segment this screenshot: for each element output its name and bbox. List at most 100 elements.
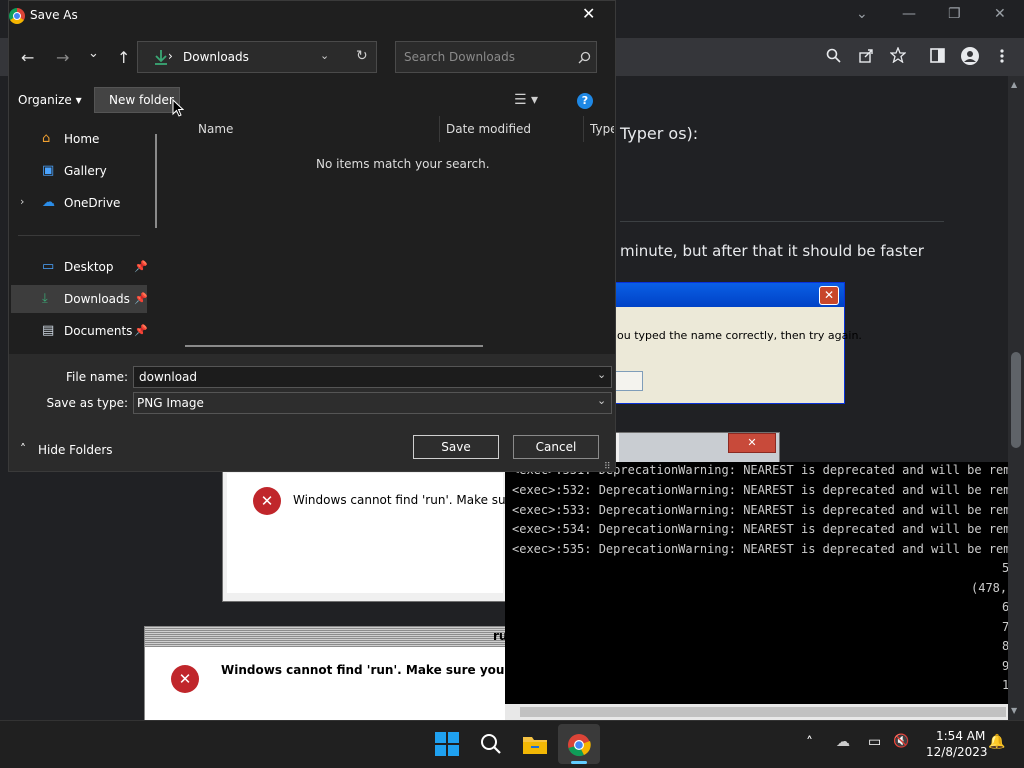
sidebar-icon[interactable] (930, 48, 946, 64)
onedrive-cloud-icon: ☁ (42, 195, 55, 210)
nav-item-onedrive[interactable]: ☁ OneDrive (10, 189, 146, 217)
taskbar-search-icon[interactable] (480, 733, 502, 755)
mouse-cursor-icon (172, 99, 184, 117)
address-bar[interactable] (137, 41, 377, 73)
close-icon[interactable]: ✕ (582, 4, 595, 23)
pin-icon[interactable]: 📌 (134, 292, 148, 305)
notification-bell-icon[interactable]: 🔔 (988, 734, 1005, 750)
search-input[interactable]: Search Downloads (404, 50, 515, 64)
search-icon[interactable] (578, 51, 591, 64)
error-icon: ✕ (253, 487, 281, 515)
file-explorer-icon[interactable] (522, 733, 548, 755)
console-output-value: 1 (1002, 678, 1008, 692)
menu-icon[interactable] (998, 48, 1006, 64)
downloads-folder-icon (155, 50, 167, 65)
column-header-name[interactable]: Name (198, 122, 233, 136)
cancel-button[interactable]: Cancel (513, 435, 599, 459)
network-display-icon[interactable]: ▭ (868, 734, 881, 750)
clock-date[interactable]: 12/8/2023 (926, 745, 988, 759)
nav-item-label: Gallery (64, 164, 107, 178)
forward-arrow-icon[interactable]: → (56, 48, 69, 67)
xp-dialog-titlebar[interactable] (601, 283, 844, 307)
window-close-icon[interactable]: ✕ (994, 6, 1006, 22)
column-divider[interactable] (583, 116, 584, 142)
file-list-scrollbar[interactable] (185, 345, 483, 347)
organize-button[interactable]: Organize ▾ (18, 93, 82, 107)
console-scrollbar-thumb[interactable] (520, 707, 1006, 717)
hide-folders-button[interactable]: Hide Folders (38, 443, 113, 457)
tray-overflow-chevron-icon[interactable]: ˄ (806, 735, 813, 751)
share-icon[interactable] (858, 48, 874, 64)
save-button[interactable]: Save (413, 435, 499, 459)
xp-dialog-message: ou typed the name correctly, then try ag… (617, 329, 862, 342)
nav-item-documents[interactable]: ▤ Documents 📌 (10, 317, 148, 345)
search-icon[interactable] (826, 48, 842, 64)
page-divider (620, 221, 944, 222)
save-type-value[interactable]: PNG Image (137, 396, 204, 410)
column-header-type[interactable]: Type (590, 122, 614, 136)
profile-icon[interactable] (960, 46, 980, 66)
error-icon: ✕ (171, 665, 199, 693)
nav-item-desktop[interactable]: ▭ Desktop 📌 (10, 253, 148, 281)
console-line: <exec>:535: DeprecationWarning: NEAREST … (512, 542, 1008, 556)
dialog-title: Save As (30, 8, 78, 22)
empty-folder-message: No items match your search. (316, 157, 490, 171)
file-name-dropdown-icon[interactable]: ⌄ (597, 368, 606, 381)
address-dropdown-chevron-icon[interactable]: ⌄ (320, 49, 329, 62)
restore-icon[interactable]: ❐ (948, 6, 961, 22)
console-output-value: 5 (1002, 561, 1008, 575)
column-divider[interactable] (439, 116, 440, 142)
volume-muted-icon[interactable]: 🔇 (893, 734, 909, 749)
save-type-dropdown-icon[interactable]: ⌄ (597, 394, 606, 407)
console-output: <exec>:531: DeprecationWarning: NEAREST … (505, 462, 1008, 720)
close-icon[interactable]: ✕ (728, 433, 776, 453)
nav-item-downloads[interactable]: ⤓ Downloads 📌 (10, 285, 148, 313)
save-type-select[interactable] (133, 392, 612, 414)
tab-search-chevron-icon[interactable]: ⌄ (856, 6, 868, 22)
file-name-value[interactable]: download (139, 370, 197, 384)
refresh-icon[interactable]: ↻ (356, 48, 368, 64)
chrome-taskbar-icon[interactable] (567, 733, 591, 757)
star-icon[interactable] (890, 47, 906, 63)
nav-divider (18, 235, 140, 236)
pin-icon[interactable]: 📌 (134, 324, 148, 337)
minimize-icon[interactable]: — (902, 6, 916, 22)
breadcrumb-downloads[interactable]: Downloads (183, 50, 249, 64)
close-icon[interactable]: ✕ (819, 286, 839, 305)
back-arrow-icon[interactable]: ← (21, 48, 34, 67)
page-text-line: minute, but after that it should be fast… (620, 242, 924, 260)
nav-item-label: OneDrive (64, 196, 121, 210)
windows-start-icon[interactable] (435, 732, 459, 756)
scroll-down-arrow-icon[interactable]: ▼ (1011, 706, 1017, 715)
save-type-label: Save as type: (46, 396, 128, 410)
console-line: <exec>:532: DeprecationWarning: NEAREST … (512, 483, 1008, 497)
classic-dialog-titlebar[interactable] (145, 627, 507, 647)
view-options-icon[interactable]: ☰ ▾ (514, 92, 538, 108)
console-output-value: (478, (971, 581, 1008, 595)
chrome-logo-center (13, 12, 21, 20)
nav-pane-scrollbar[interactable] (155, 134, 157, 228)
nav-item-label: Home (64, 132, 100, 146)
documents-icon: ▤ (42, 323, 55, 338)
help-icon[interactable]: ? (577, 93, 593, 109)
page-scrollbar-thumb[interactable] (1011, 352, 1021, 448)
new-folder-label: New folder (109, 93, 174, 107)
file-name-field[interactable] (133, 366, 612, 388)
column-header-date-modified[interactable]: Date modified (446, 122, 531, 136)
recent-locations-chevron-icon[interactable]: ⌄ (88, 46, 99, 61)
taskbar-running-indicator (571, 761, 587, 764)
hide-folders-chevron-icon[interactable]: ˄ (20, 442, 26, 456)
up-arrow-icon[interactable]: ↑ (117, 48, 130, 67)
nav-item-home[interactable]: ⌂ Home (10, 125, 146, 153)
resize-grip-icon[interactable]: ⠿ (604, 462, 611, 472)
xp-dialog-button[interactable] (615, 371, 643, 391)
nav-item-gallery[interactable]: ▣ Gallery (10, 157, 146, 185)
onedrive-tray-icon[interactable]: ☁ (836, 734, 850, 750)
clock-time[interactable]: 1:54 AM (936, 729, 985, 743)
console-output-value: 8 (1002, 639, 1008, 653)
console-output-value: 7 (1002, 620, 1008, 634)
scroll-up-arrow-icon[interactable]: ▲ (1011, 80, 1017, 89)
console-line: <exec>:534: DeprecationWarning: NEAREST … (512, 522, 1008, 536)
pin-icon[interactable]: 📌 (134, 260, 148, 273)
page-text-line: Typer os): (620, 124, 699, 143)
